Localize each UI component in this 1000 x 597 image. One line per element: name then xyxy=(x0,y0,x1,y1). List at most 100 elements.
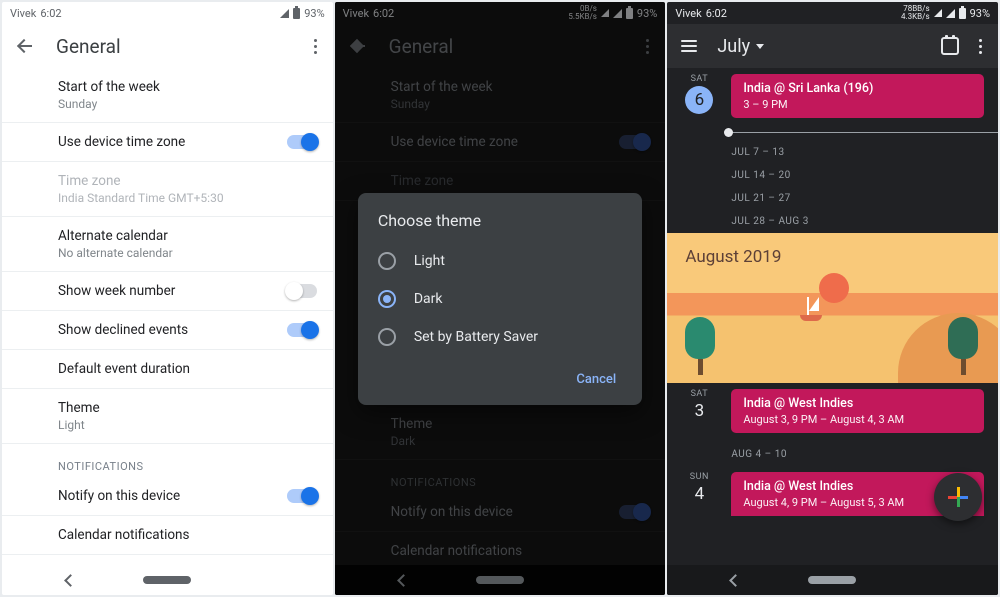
row-value: Light xyxy=(58,418,317,432)
day-of-week: SAT xyxy=(681,74,717,84)
event-chip[interactable]: India @ Sri Lanka (196) 3 – 9 PM xyxy=(731,74,984,118)
option-label: Light xyxy=(414,253,445,269)
radio-icon xyxy=(378,328,396,346)
calendar-app-bar: July xyxy=(667,24,998,68)
sun-illustration xyxy=(819,273,849,303)
toggle-notify-device[interactable] xyxy=(287,489,317,503)
row-notify-device[interactable]: Notify on this device xyxy=(2,477,333,516)
event-title: India @ West Indies xyxy=(743,396,972,411)
radio-icon xyxy=(378,252,396,270)
battery-icon xyxy=(293,8,300,19)
tree-illustration xyxy=(948,317,978,375)
nav-home-pill[interactable] xyxy=(808,576,856,584)
radio-icon xyxy=(378,290,396,308)
chevron-down-icon xyxy=(756,44,764,49)
overflow-menu-icon[interactable] xyxy=(308,33,323,60)
section-notifications: NOTIFICATIONS xyxy=(2,444,333,477)
toggle-declined[interactable] xyxy=(287,323,317,337)
hamburger-icon[interactable] xyxy=(681,40,697,52)
week-range[interactable]: JUL 14 – 20 xyxy=(667,164,998,187)
dialog-scrim[interactable]: Choose theme Light Dark Set by Battery S… xyxy=(335,2,666,595)
status-time: 6:02 xyxy=(40,7,61,20)
status-bar: Vivek 6:02 93% xyxy=(2,2,333,24)
row-label: Notify on this device xyxy=(58,488,287,504)
plus-icon xyxy=(948,487,968,507)
day-number: 3 xyxy=(681,401,717,421)
theme-option-battery[interactable]: Set by Battery Saver xyxy=(378,318,622,356)
row-label: Alternate calendar xyxy=(58,228,317,244)
wifi-icon xyxy=(946,9,955,18)
week-range[interactable]: JUL 7 – 13 xyxy=(667,141,998,164)
row-theme[interactable]: Theme Light xyxy=(2,389,333,444)
back-arrow-icon[interactable] xyxy=(16,37,34,55)
day-row-today: SAT 6 India @ Sri Lanka (196) 3 – 9 PM xyxy=(667,68,998,128)
today-icon[interactable] xyxy=(941,37,959,55)
settings-list: Start of the week Sunday Use device time… xyxy=(2,68,333,565)
event-time: August 3, 9 PM – August 4, 3 AM xyxy=(743,413,972,426)
month-banner: August 2019 xyxy=(667,233,998,383)
week-range[interactable]: AUG 4 – 10 xyxy=(667,443,998,466)
event-chip[interactable]: India @ West Indies August 3, 9 PM – Aug… xyxy=(731,389,984,433)
row-alternate-calendar[interactable]: Alternate calendar No alternate calendar xyxy=(2,217,333,272)
row-label: Use device time zone xyxy=(58,134,287,150)
nav-bar xyxy=(2,565,333,595)
nav-back-icon[interactable] xyxy=(729,574,742,587)
row-label: Time zone xyxy=(58,173,317,189)
phone-light-settings: Vivek 6:02 93% General Start of the week… xyxy=(2,2,333,595)
theme-option-light[interactable]: Light xyxy=(378,242,622,280)
phone-calendar: Vivek 6:02 78BB/s4.3KB/s 93% July SAT 6 xyxy=(667,2,998,595)
row-label: Show week number xyxy=(58,283,287,299)
row-use-device-tz[interactable]: Use device time zone xyxy=(2,123,333,162)
battery-percent: 93% xyxy=(304,7,324,20)
row-show-declined[interactable]: Show declined events xyxy=(2,311,333,350)
dialog-title: Choose theme xyxy=(378,211,622,230)
row-label: Start of the week xyxy=(58,79,317,95)
phone-dark-settings: Vivek 6:02 0B/s5.5KB/s 93% General Start… xyxy=(335,2,666,595)
theme-dialog: Choose theme Light Dark Set by Battery S… xyxy=(358,193,642,405)
nav-back-icon[interactable] xyxy=(64,574,77,587)
now-indicator xyxy=(729,132,998,133)
row-start-of-week[interactable]: Start of the week Sunday xyxy=(2,68,333,123)
battery-percent: 93% xyxy=(970,7,990,20)
option-label: Set by Battery Saver xyxy=(414,329,538,345)
row-calendar-notifications[interactable]: Calendar notifications xyxy=(2,516,333,555)
page-title: General xyxy=(56,35,308,58)
row-label: Calendar notifications xyxy=(58,527,317,543)
network-speed: 78BB/s4.3KB/s xyxy=(901,5,930,21)
banner-month-label: August 2019 xyxy=(685,247,781,267)
week-range[interactable]: JUL 21 – 27 xyxy=(667,187,998,210)
week-range[interactable]: JUL 28 – AUG 3 xyxy=(667,210,998,233)
day-of-week: SUN xyxy=(681,472,717,482)
row-default-duration[interactable]: Default event duration xyxy=(2,350,333,389)
row-value: India Standard Time GMT+5:30 xyxy=(58,191,317,205)
status-bar: Vivek 6:02 78BB/s4.3KB/s 93% xyxy=(667,2,998,24)
month-label: July xyxy=(717,36,750,57)
battery-icon xyxy=(959,8,966,19)
day-of-week: SAT xyxy=(681,389,717,399)
schedule-view[interactable]: SAT 6 India @ Sri Lanka (196) 3 – 9 PM J… xyxy=(667,68,998,565)
row-value: No alternate calendar xyxy=(58,246,317,260)
cancel-button[interactable]: Cancel xyxy=(570,364,622,395)
wifi-icon xyxy=(280,9,289,18)
row-show-week-number[interactable]: Show week number xyxy=(2,272,333,311)
theme-option-dark[interactable]: Dark xyxy=(378,280,622,318)
app-bar: General xyxy=(2,24,333,68)
status-time: 6:02 xyxy=(706,7,727,20)
toggle-use-tz[interactable] xyxy=(287,135,317,149)
row-label: Theme xyxy=(58,400,317,416)
day-header[interactable]: SAT 3 xyxy=(681,389,717,437)
day-header[interactable]: SAT 6 xyxy=(681,74,717,122)
month-dropdown[interactable]: July xyxy=(717,36,941,57)
overflow-menu-icon[interactable] xyxy=(973,33,988,60)
create-event-fab[interactable] xyxy=(934,473,982,521)
option-label: Dark xyxy=(414,291,443,307)
status-user: Vivek xyxy=(10,7,36,20)
day-header[interactable]: SUN 4 xyxy=(681,472,717,520)
day-number: 6 xyxy=(685,86,713,114)
nav-home-pill[interactable] xyxy=(143,576,191,584)
day-number: 4 xyxy=(681,484,717,504)
signal-icon xyxy=(934,9,942,17)
toggle-week-number[interactable] xyxy=(287,284,317,298)
row-value: Sunday xyxy=(58,97,317,111)
day-row: SAT 3 India @ West Indies August 3, 9 PM… xyxy=(667,383,998,443)
